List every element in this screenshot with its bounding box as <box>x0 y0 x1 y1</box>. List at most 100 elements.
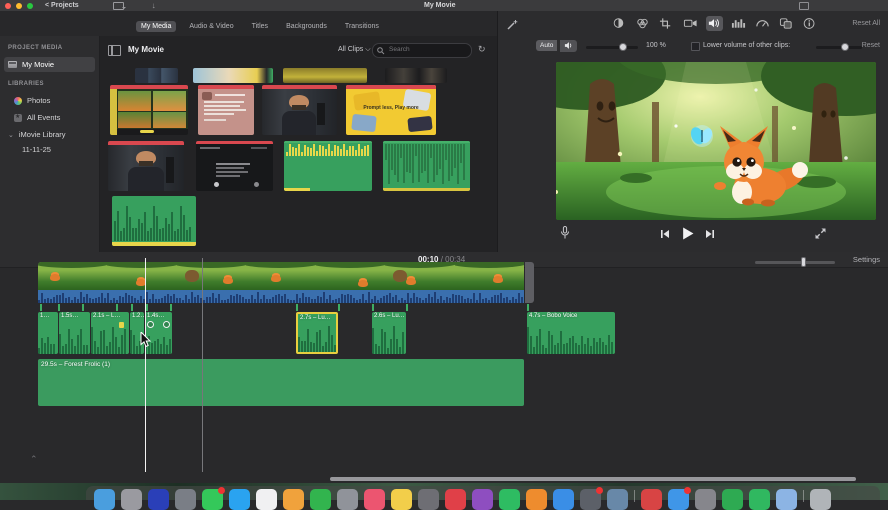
media-thumbnail[interactable] <box>385 68 447 83</box>
media-thumbnail-webcam[interactable] <box>262 85 337 135</box>
info-icon[interactable] <box>802 16 819 31</box>
tab-titles[interactable]: Titles <box>247 21 273 32</box>
audio-clip-1-5s[interactable]: 1.5s… <box>59 312 90 354</box>
filmstrip-frame <box>38 262 108 290</box>
audio-clip-label: 1.4s… <box>147 313 165 319</box>
tab-transitions[interactable]: Transitions <box>340 21 384 32</box>
play-button[interactable] <box>681 227 694 240</box>
back-to-projects-button[interactable]: < Projects <box>45 2 79 9</box>
next-frame-button[interactable] <box>705 229 715 239</box>
sidebar-toggle-icon[interactable] <box>108 45 121 56</box>
volume-controls-row: Auto 100 % Lower volume of other clips: … <box>498 37 888 55</box>
effects-icon[interactable] <box>778 16 795 31</box>
import-media-icon[interactable] <box>112 1 126 10</box>
media-thumbnail[interactable] <box>283 68 367 83</box>
audio-clip-label: 2.1s – L… <box>93 313 121 319</box>
media-thumbnail-notes[interactable] <box>198 85 254 135</box>
notification-badge <box>596 487 603 494</box>
media-thumbnail[interactable] <box>193 68 273 83</box>
volume-slider[interactable] <box>586 43 638 51</box>
other-clips-slider-knob[interactable] <box>840 43 849 51</box>
media-thumbnail-webcam[interactable] <box>108 141 184 191</box>
color-correction-icon[interactable] <box>634 16 651 31</box>
audio-waveform <box>527 321 615 354</box>
search-icon <box>377 47 385 55</box>
clip-trim-handle[interactable] <box>525 262 534 303</box>
timeline-zoom-slider[interactable] <box>755 257 835 267</box>
playhead[interactable] <box>145 258 146 472</box>
noise-reduction-icon[interactable] <box>730 16 747 31</box>
audio-clip-2-1s-l[interactable]: 2.1s – L… <box>91 312 129 354</box>
window-title: My Movie <box>424 2 456 9</box>
timeline-zoom-knob[interactable] <box>800 257 806 267</box>
fade-handle-icon[interactable] <box>147 321 154 328</box>
dock[interactable] <box>86 486 880 510</box>
enhance-wand-icon[interactable] <box>506 19 518 31</box>
search-field[interactable] <box>372 43 472 58</box>
share-icon[interactable] <box>799 2 809 10</box>
crop-icon[interactable] <box>658 16 675 31</box>
connection-tick <box>116 304 118 311</box>
previous-frame-button[interactable] <box>660 229 670 239</box>
sidebar-item-my-movie[interactable]: My Movie <box>4 57 95 72</box>
filmstrip-frame <box>246 262 316 290</box>
audio-clip-2-7s-lu[interactable]: 2.7s – Lu… <box>296 312 338 354</box>
media-thumbnail-promo[interactable]: Prompt less, Play more <box>346 85 436 135</box>
lower-volume-checkbox[interactable] <box>691 42 700 51</box>
volume-icon[interactable] <box>706 16 723 31</box>
speed-icon[interactable] <box>754 16 771 31</box>
notification-badge <box>218 487 225 494</box>
search-input[interactable] <box>387 45 469 54</box>
stabilization-icon[interactable] <box>682 16 699 31</box>
sidebar-item-photos[interactable]: Photos <box>10 93 95 108</box>
connection-tick <box>58 304 60 311</box>
music-clip[interactable]: 29.5s – Forest Frolic (1) <box>38 359 524 406</box>
tab-backgrounds[interactable]: Backgrounds <box>281 21 332 32</box>
audio-clip-2-6s-lu[interactable]: 2.6s – Lu… <box>372 312 406 354</box>
voiceover-mic-icon[interactable] <box>560 226 570 240</box>
audio-thumbnail[interactable] <box>284 141 372 191</box>
audio-waveform <box>298 323 336 352</box>
download-arrow-icon[interactable]: ↓ <box>152 1 156 10</box>
sidebar-item-date[interactable]: 11-11-25 <box>18 142 95 157</box>
audio-clip-4-7s-bobo-voice[interactable]: 4.7s – Bobo Voice <box>527 312 615 354</box>
other-clips-slider[interactable] <box>816 43 862 51</box>
tab-audio-video[interactable]: Audio & Video <box>184 21 238 32</box>
timeline[interactable]: 1… 1.5s… 2.1s – L… 1.2…1.4s… 2.7s – Lu… 2.6s … <box>0 258 888 483</box>
filmstrip-frame <box>385 262 455 290</box>
refresh-icon[interactable]: ↻ <box>478 44 486 55</box>
fullscreen-icon[interactable] <box>815 228 826 239</box>
close-window-button[interactable] <box>5 2 11 9</box>
audio-thumbnail[interactable] <box>383 141 470 191</box>
chevron-down-icon[interactable]: ⌄ <box>8 131 14 139</box>
audio-clip-1[interactable]: 1… <box>38 312 58 354</box>
audio-waveform <box>372 321 406 354</box>
zoom-window-button[interactable] <box>27 2 33 9</box>
media-thumbnail[interactable] <box>135 68 178 83</box>
mute-speaker-button[interactable] <box>560 40 577 52</box>
connection-tick <box>372 304 374 311</box>
audio-thumbnail[interactable] <box>112 196 196 246</box>
volume-slider-knob[interactable] <box>619 43 628 51</box>
color-balance-icon[interactable] <box>610 16 627 31</box>
reset-all-button[interactable]: Reset All <box>852 20 880 27</box>
viewer-canvas[interactable] <box>556 62 876 220</box>
fade-handle-icon[interactable] <box>163 321 170 328</box>
clip-filter-dropdown[interactable]: All Clips ⌵ <box>338 46 371 54</box>
audio-clip-label: 1.2… <box>132 313 144 319</box>
connection-tick <box>170 304 172 311</box>
tab-my-media[interactable]: My Media <box>136 20 177 32</box>
sidebar-item-all-events[interactable]: All Events <box>10 110 95 125</box>
media-thumbnail-fox-collage[interactable] <box>110 85 188 135</box>
media-thumbnail-screen[interactable] <box>196 141 273 191</box>
video-clip[interactable] <box>38 262 524 290</box>
timeline-corner-glyph: ⌃ <box>30 454 38 464</box>
minimize-window-button[interactable] <box>16 2 22 9</box>
auto-volume-button[interactable]: Auto <box>536 40 558 51</box>
sidebar-item-imovie-library[interactable]: ⌄ iMovie Library <box>4 127 95 142</box>
audio-clip-label: 1.5s… <box>61 313 79 319</box>
timeline-horizontal-scrollbar[interactable] <box>330 477 856 481</box>
audio-waveform <box>59 321 90 354</box>
reset-button[interactable]: Reset <box>862 42 880 49</box>
timeline-settings-button[interactable]: Settings <box>853 255 880 264</box>
